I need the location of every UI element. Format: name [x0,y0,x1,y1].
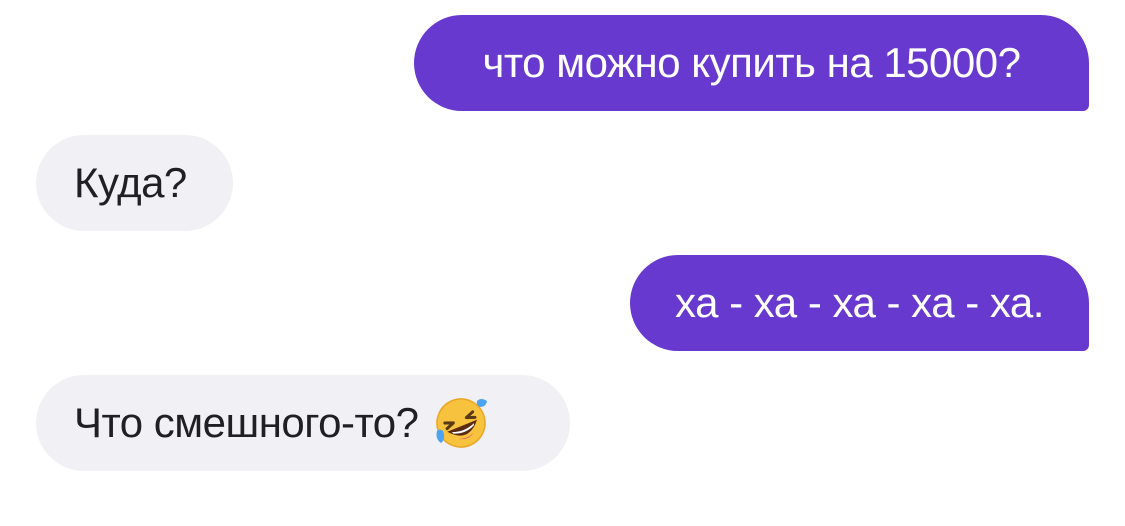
user-message-bubble: ха - ха - ха - ха - ха. [630,255,1089,351]
rolling-on-floor-laughing-icon [433,395,489,451]
assistant-message-bubble: Куда? [36,135,233,231]
message-text: Куда? [74,159,187,206]
message-text: Что смешного-то? [74,399,419,446]
chat-thread: что можно купить на 15000? Куда? ха - ха… [0,0,1125,526]
message-text: что можно купить на 15000? [482,39,1021,86]
message-text: ха - ха - ха - ха - ха. [675,279,1044,326]
user-message-bubble: что можно купить на 15000? [414,15,1089,111]
assistant-message-bubble: Что смешного-то? [36,375,570,471]
